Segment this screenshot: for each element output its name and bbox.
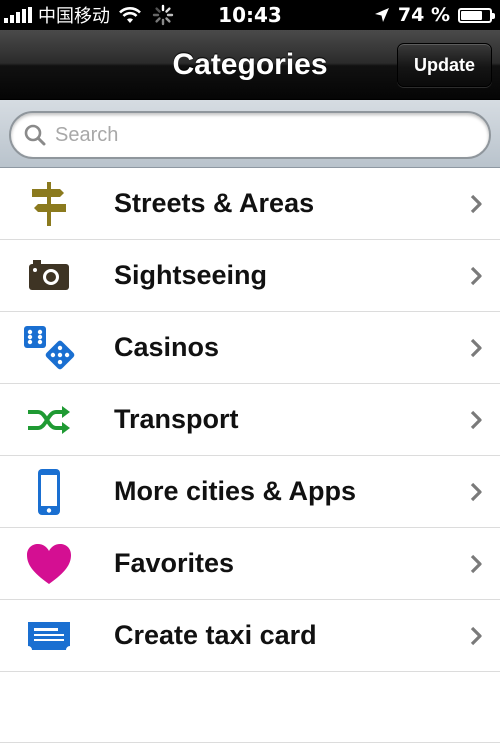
list-item-transport[interactable]: Transport [0,384,500,456]
battery-percent: 74 % [397,4,450,26]
list-item-create-taxi-card[interactable]: Create taxi card [0,600,500,672]
chevron-right-icon [470,482,482,501]
divider [0,742,500,743]
search-input[interactable] [55,123,475,147]
chevron-right-icon [470,194,482,213]
activity-spinner-icon [152,4,174,26]
category-list: Streets & Areas Sightseeing Casinos Tran… [0,168,500,672]
search-field[interactable] [9,111,491,159]
list-item-label: Casinos [114,332,220,362]
chevron-right-icon [470,410,482,429]
status-bar: 中国移动 10:43 74 % [0,0,500,30]
update-button[interactable]: Update [397,43,492,87]
camera-icon [22,252,76,300]
list-item-label: More cities & Apps [114,476,357,506]
heart-icon [22,540,76,588]
search-icon [24,124,46,146]
wifi-icon [119,7,141,23]
list-item-label: Sightseeing [114,260,268,290]
chevron-right-icon [470,554,482,573]
list-item-favorites[interactable]: Favorites [0,528,500,600]
list-item-label: Favorites [114,548,235,578]
shuffle-icon [22,396,76,444]
list-item-label: Transport [114,404,239,434]
signpost-icon [22,180,76,228]
list-item-label: Streets & Areas [114,188,315,218]
ticket-icon [22,612,76,660]
battery-icon [458,7,495,23]
list-item-label: Create taxi card [114,620,317,650]
battery-level-fill [461,10,482,20]
dice-icon [22,324,76,372]
chevron-right-icon [470,338,482,357]
list-item-casinos[interactable]: Casinos [0,312,500,384]
location-arrow-icon [374,8,389,22]
navigation-bar: Categories Update [0,30,500,100]
signal-strength-icon [4,7,32,23]
chevron-right-icon [470,266,482,285]
carrier-name: 中国移动 [38,6,110,27]
list-item-more-cities-apps[interactable]: More cities & Apps [0,456,500,528]
list-item-sightseeing[interactable]: Sightseeing [0,240,500,312]
chevron-right-icon [470,626,482,645]
search-bar [0,100,500,168]
list-item-streets-areas[interactable]: Streets & Areas [0,168,500,240]
phone-icon [22,468,76,516]
